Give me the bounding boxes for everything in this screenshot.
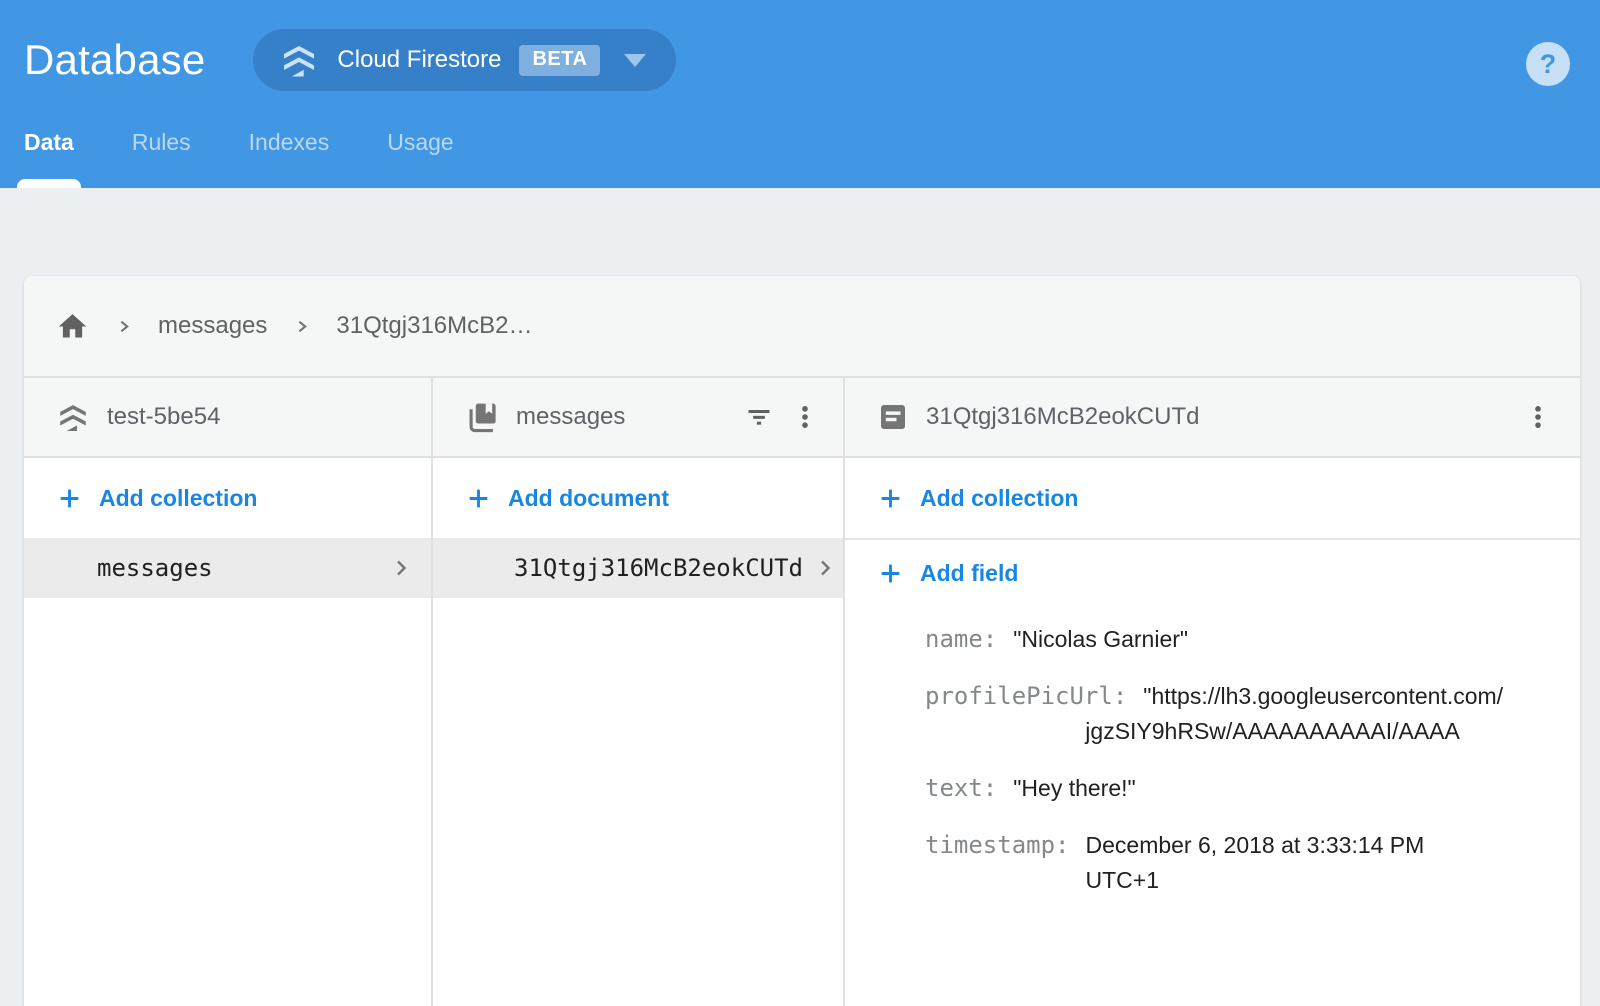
tab-rules[interactable]: Rules [132,96,191,188]
more-vert-icon[interactable] [1524,403,1552,431]
product-label: Cloud Firestore [337,46,501,74]
tab-usage-label: Usage [387,129,453,156]
breadcrumb-collection[interactable]: messages [158,312,267,340]
filter-icon[interactable] [745,403,773,431]
tab-usage[interactable]: Usage [387,96,453,188]
field-value: "Hey there!" [1013,771,1135,806]
field-value-line: "Nicolas Garnier" [1013,622,1188,657]
app-header: Database Cloud Firestore BETA ? Data Rul… [0,0,1600,188]
document-column: 31Qtgj316McB2eokCUTd Add collection [845,378,1580,1006]
field-name: text: [925,771,997,806]
database-column: test-5be54 Add collection messages [24,378,433,1006]
explorer-columns: test-5be54 Add collection messages [24,378,1580,1006]
field-row-name[interactable]: name: "Nicolas Garnier" [925,622,1580,657]
add-field-button[interactable]: Add field [845,540,1580,606]
field-row-timestamp[interactable]: timestamp: December 6, 2018 at 3:33:14 P… [925,828,1580,898]
page-title: Database [24,36,205,84]
document-id: 31Qtgj316McB2eokCUTd [514,554,803,582]
add-subcollection-button[interactable]: Add collection [845,458,1580,540]
tab-data[interactable]: Data [24,96,74,188]
document-column-header: 31Qtgj316McB2eokCUTd [845,378,1580,458]
add-document-button[interactable]: Add document [433,458,843,538]
breadcrumb: messages 31Qtgj316McB2… [24,276,1580,378]
collection-header-actions [745,403,819,431]
firestore-logo-icon [279,40,319,80]
field-name: name: [925,622,997,657]
tab-bar: Data Rules Indexes Usage [0,96,1600,188]
tab-indexes-label: Indexes [249,129,330,156]
chevron-right-icon [389,556,413,580]
document-title: 31Qtgj316McB2eokCUTd [926,403,1524,431]
collection-title: messages [516,403,745,431]
plus-icon [877,485,904,512]
field-value-line: UTC+1 [1086,863,1425,898]
document-icon [877,401,909,433]
field-value-line: December 6, 2018 at 3:33:14 PM [1086,828,1425,863]
database-title: test-5be54 [107,403,407,431]
firestore-database-icon [56,400,90,434]
header-top-row: Database Cloud Firestore BETA ? [0,0,1600,96]
add-document-label: Add document [508,485,669,512]
field-value-line: "https://lh3.googleusercontent.com/ [1143,679,1503,714]
question-mark-icon: ? [1540,49,1557,80]
beta-badge: BETA [519,45,600,76]
field-value: "https://lh3.googleusercontent.com/ jgzS… [1143,679,1503,749]
home-icon[interactable] [56,310,89,343]
plus-icon [877,560,904,587]
collection-list-item-messages[interactable]: messages [24,538,431,598]
active-tab-indicator [17,179,81,188]
plus-icon [56,485,83,512]
breadcrumb-document[interactable]: 31Qtgj316McB2… [336,312,532,340]
more-vert-icon[interactable] [791,403,819,431]
document-header-actions [1524,403,1552,431]
field-value: "Nicolas Garnier" [1013,622,1188,657]
add-subcollection-label: Add collection [920,485,1078,512]
field-value-line: jgzSIY9hRSw/AAAAAAAAAAI/AAAA [1085,714,1503,749]
field-list: name: "Nicolas Garnier" profilePicUrl: "… [845,606,1580,898]
firestore-data-panel: messages 31Qtgj316McB2… test-5be54 [24,276,1580,1006]
tab-data-label: Data [24,129,74,156]
field-value: December 6, 2018 at 3:33:14 PM UTC+1 [1086,828,1425,898]
field-name: profilePicUrl: [925,679,1127,714]
tab-indexes[interactable]: Indexes [249,96,330,188]
database-column-header: test-5be54 [24,378,431,458]
field-row-text[interactable]: text: "Hey there!" [925,771,1580,806]
chevron-right-icon [115,318,132,335]
collection-name: messages [97,554,389,582]
field-name: timestamp: [925,828,1070,863]
collection-column: messages [433,378,845,1006]
add-collection-button[interactable]: Add collection [24,458,431,538]
chevron-right-icon [293,318,310,335]
plus-icon [465,485,492,512]
document-list-item[interactable]: 31Qtgj316McB2eokCUTd [433,538,843,598]
chevron-right-icon [813,556,837,580]
add-collection-label: Add collection [99,485,257,512]
field-value-line: "Hey there!" [1013,771,1135,806]
tab-rules-label: Rules [132,129,191,156]
add-field-label: Add field [920,560,1018,587]
field-row-profilePicUrl[interactable]: profilePicUrl: "https://lh3.googleuserco… [925,679,1580,749]
collection-column-header: messages [433,378,843,458]
product-selector[interactable]: Cloud Firestore BETA [253,29,676,91]
collection-icon [465,400,499,434]
help-button[interactable]: ? [1526,42,1570,86]
chevron-down-icon [624,54,646,67]
